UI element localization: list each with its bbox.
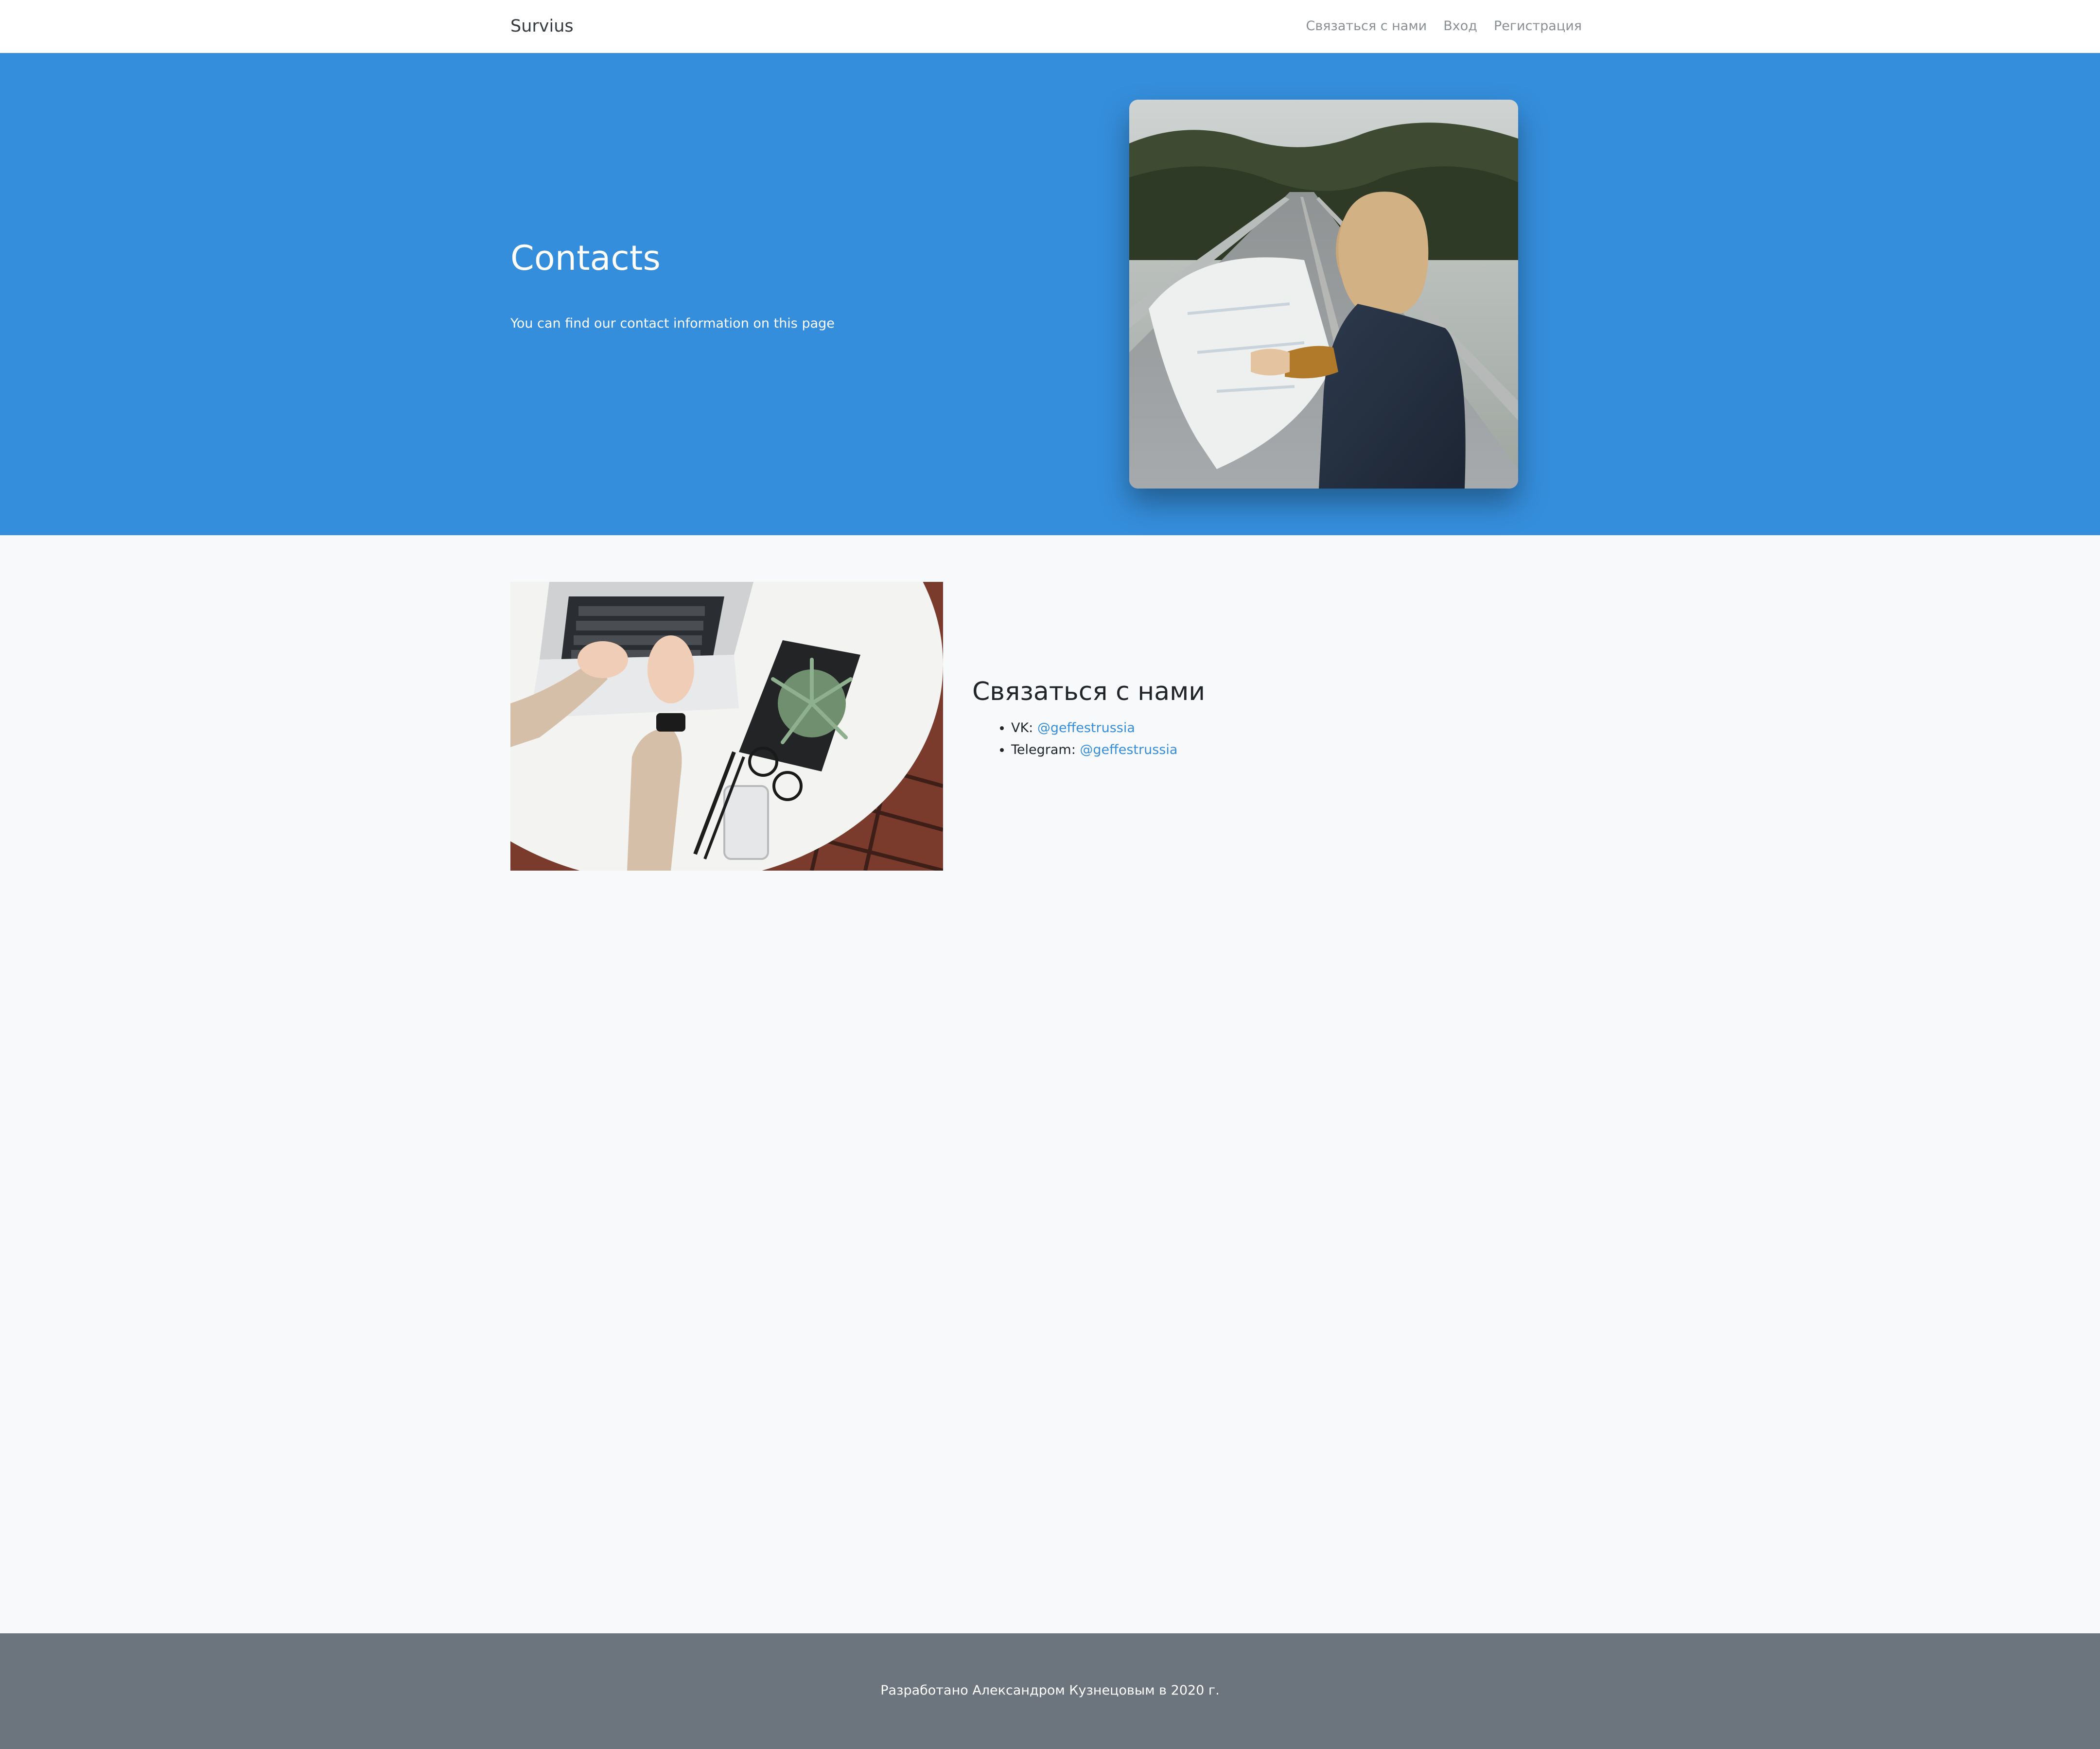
footer: Разработано Александром Кузнецовым в 202…: [0, 1633, 2100, 1749]
nav-links: Связаться с нами Вход Регистрация: [1306, 17, 1582, 36]
contact-label-vk: VK:: [1011, 720, 1037, 735]
contact-section-title: Связаться с нами: [972, 677, 1206, 706]
nav-link-contact[interactable]: Связаться с нами: [1306, 17, 1427, 36]
hero-section: Contacts You can find our contact inform…: [0, 53, 2100, 535]
nav-link-login[interactable]: Вход: [1443, 17, 1477, 36]
contact-item-vk: VK: @geffestrussia: [1011, 717, 1177, 739]
telegram-link[interactable]: @geffestrussia: [1080, 742, 1177, 757]
brand-logo[interactable]: Survius: [510, 15, 574, 38]
laptop-desk-photo: [510, 582, 943, 871]
footer-credit: Разработано Александром Кузнецовым в 202…: [880, 1683, 1220, 1698]
hero-subtitle: You can find our contact information on …: [510, 316, 835, 331]
contact-item-telegram: Telegram: @geffestrussia: [1011, 739, 1177, 761]
hero-title: Contacts: [510, 238, 661, 278]
nav-link-register[interactable]: Регистрация: [1494, 17, 1582, 36]
hero-photo-woman-with-map: [1129, 100, 1518, 489]
contact-list: VK: @geffestrussia Telegram: @geffestrus…: [972, 717, 1177, 761]
contact-label-telegram: Telegram:: [1011, 742, 1080, 757]
vk-link[interactable]: @geffestrussia: [1037, 720, 1135, 735]
navbar: Survius Связаться с нами Вход Регистраци…: [0, 0, 2100, 53]
